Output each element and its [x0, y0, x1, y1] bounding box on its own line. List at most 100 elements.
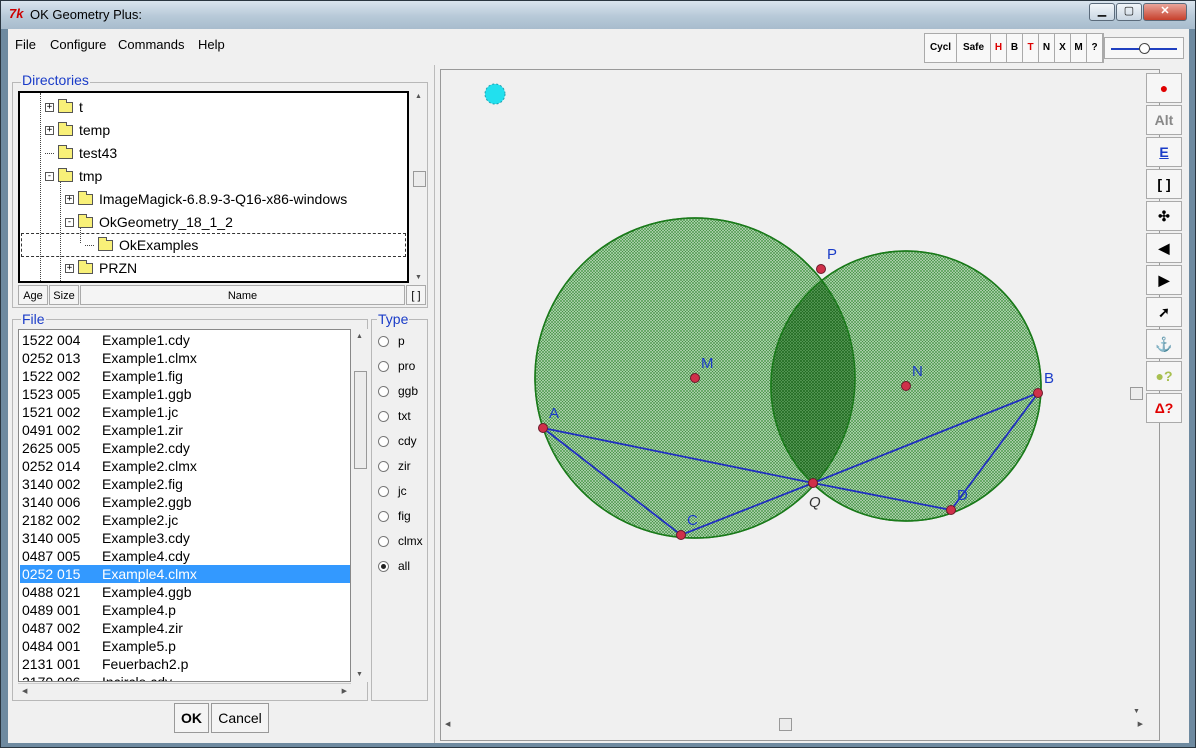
radio-button[interactable] — [378, 560, 389, 572]
radio-button[interactable] — [378, 410, 389, 422]
scroll-right-icon[interactable]: ▶ — [342, 687, 347, 695]
file-row[interactable]: 0487 002 Example4.zir — [20, 619, 350, 637]
collapse-icon[interactable]: - — [65, 217, 74, 227]
radio-button[interactable] — [378, 360, 389, 372]
type-option-all[interactable]: all — [378, 556, 410, 576]
file-row[interactable]: 0491 002 Example1.zir — [20, 421, 350, 439]
move-icon[interactable]: ✣ — [1146, 201, 1182, 231]
file-row[interactable]: 1521 002 Example1.jc — [20, 403, 350, 421]
toolbar-help-button[interactable]: ? — [1087, 34, 1103, 62]
file-row[interactable]: 0489 001 Example4.p — [20, 601, 350, 619]
scroll-thumb[interactable] — [779, 718, 792, 731]
point-q[interactable] — [808, 478, 818, 488]
tree-scrollbar[interactable]: ▲ ▼ — [411, 91, 427, 283]
file-row[interactable]: 0487 005 Example4.cdy — [20, 547, 350, 565]
tree-item[interactable]: - tmp — [45, 165, 102, 187]
file-row[interactable]: 2625 005 Example2.cdy — [20, 439, 350, 457]
file-row[interactable]: 3140 002 Example2.fig — [20, 475, 350, 493]
scroll-thumb[interactable] — [354, 371, 367, 469]
radio-button[interactable] — [378, 460, 389, 472]
type-option-zir[interactable]: zir — [378, 456, 411, 476]
expand-icon[interactable]: + — [45, 102, 54, 112]
toolbar-n-button[interactable]: N — [1039, 34, 1055, 62]
anchor-icon[interactable]: ⚓ — [1146, 329, 1182, 359]
radio-button[interactable] — [378, 510, 389, 522]
scroll-thumb[interactable] — [413, 171, 426, 187]
expand-icon[interactable]: + — [65, 194, 74, 204]
tree-item[interactable]: + PRZN — [65, 257, 137, 279]
file-row[interactable]: 0484 001 Example5.p — [20, 637, 350, 655]
tree-item[interactable]: test43 — [45, 142, 117, 164]
column-name[interactable]: Name — [80, 285, 405, 305]
toolbar-t-button[interactable]: T — [1023, 34, 1039, 62]
point-a[interactable] — [538, 423, 548, 433]
directory-tree[interactable]: + t + temp test43- tmp + ImageMagick-6.8.9-3-Q1… — [18, 91, 409, 283]
play-back-icon[interactable]: ◀ — [1146, 233, 1182, 263]
file-row[interactable]: 1523 005 Example1.ggb — [20, 385, 350, 403]
expand-icon[interactable]: + — [45, 125, 54, 135]
scroll-thumb[interactable] — [1130, 387, 1143, 400]
ok-button[interactable]: OK — [174, 703, 209, 733]
radio-button[interactable] — [378, 335, 389, 347]
type-option-jc[interactable]: jc — [378, 481, 407, 501]
canvas-vscrollbar[interactable]: ▼ — [1129, 73, 1145, 717]
radio-button[interactable] — [378, 485, 389, 497]
toolbar-h-button[interactable]: H — [991, 34, 1007, 62]
scroll-left-icon[interactable]: ◀ — [445, 720, 450, 728]
toolbar-b-button[interactable]: B — [1007, 34, 1023, 62]
file-hscrollbar[interactable]: ◀ ▶ — [18, 683, 351, 699]
zoom-slider[interactable] — [1104, 37, 1184, 59]
scroll-right-icon[interactable]: ▶ — [1138, 720, 1143, 728]
type-option-p[interactable]: p — [378, 331, 405, 351]
scroll-up-icon[interactable]: ▲ — [415, 93, 422, 100]
minimize-button[interactable]: ▁ — [1089, 3, 1115, 21]
file-scrollbar[interactable]: ▲ ▼ — [352, 329, 368, 682]
toolbar-safe-button[interactable]: Safe — [957, 34, 991, 62]
radio-button[interactable] — [378, 535, 389, 547]
slider-knob[interactable] — [1139, 43, 1150, 54]
file-row[interactable]: 1522 004 Example1.cdy — [20, 331, 350, 349]
scroll-down-icon[interactable]: ▼ — [356, 671, 363, 678]
toolbar-m-button[interactable]: M — [1071, 34, 1087, 62]
file-list[interactable]: 1522 004 Example1.cdy 0252 013 Example1.clm… — [18, 329, 351, 682]
tree-item[interactable]: + t — [45, 96, 83, 118]
type-option-pro[interactable]: pro — [378, 356, 415, 376]
brackets-button[interactable]: [ ] — [1146, 169, 1182, 199]
type-option-txt[interactable]: txt — [378, 406, 411, 426]
file-row[interactable]: 2131 001 Feuerbach2.p — [20, 655, 350, 673]
menu-file[interactable]: File — [15, 37, 36, 52]
file-row[interactable]: 3140 005 Example3.cdy — [20, 529, 350, 547]
file-row[interactable]: 0252 015 Example4.clmx — [20, 565, 350, 583]
point-n[interactable] — [901, 381, 911, 391]
play-forward-icon[interactable]: ▶ — [1146, 265, 1182, 295]
column-age[interactable]: Age — [18, 285, 48, 305]
column-size[interactable]: Size — [49, 285, 79, 305]
file-row[interactable]: 0252 014 Example2.clmx — [20, 457, 350, 475]
point-query-icon[interactable]: ●? — [1146, 361, 1182, 391]
type-option-clmx[interactable]: clmx — [378, 531, 423, 551]
point-c[interactable] — [676, 530, 686, 540]
tree-item[interactable]: + temp — [45, 119, 110, 141]
radio-button[interactable] — [378, 435, 389, 447]
title-bar[interactable]: 7k OK Geometry Plus: ▁ ▢ ✕ — [1, 1, 1195, 29]
pane-splitter[interactable] — [434, 65, 438, 743]
radio-button[interactable] — [378, 385, 389, 397]
scroll-up-icon[interactable]: ▲ — [356, 333, 363, 340]
geometry-canvas[interactable]: P M N A B C D Q — [441, 70, 1159, 740]
column-toggle[interactable]: [ ] — [406, 285, 426, 305]
point-d[interactable] — [946, 505, 956, 515]
triangle-query-icon[interactable]: Δ? — [1146, 393, 1182, 423]
canvas-hscrollbar[interactable]: ◀ ▶ — [441, 717, 1147, 733]
file-row[interactable]: 2170 006 Incircle.cdy — [20, 673, 350, 681]
toolbar-x-button[interactable]: X — [1055, 34, 1071, 62]
record-dot-icon[interactable]: ● — [1146, 73, 1182, 103]
point-p[interactable] — [816, 264, 826, 274]
tree-item[interactable]: OkExamples — [21, 233, 406, 257]
type-option-fig[interactable]: fig — [378, 506, 411, 526]
file-row[interactable]: 2182 002 Example2.jc — [20, 511, 350, 529]
file-row[interactable]: 0252 013 Example1.clmx — [20, 349, 350, 367]
menu-commands[interactable]: Commands — [118, 37, 184, 52]
alt-button[interactable]: Alt — [1146, 105, 1182, 135]
point-m[interactable] — [690, 373, 700, 383]
file-row[interactable]: 3140 006 Example2.ggb — [20, 493, 350, 511]
